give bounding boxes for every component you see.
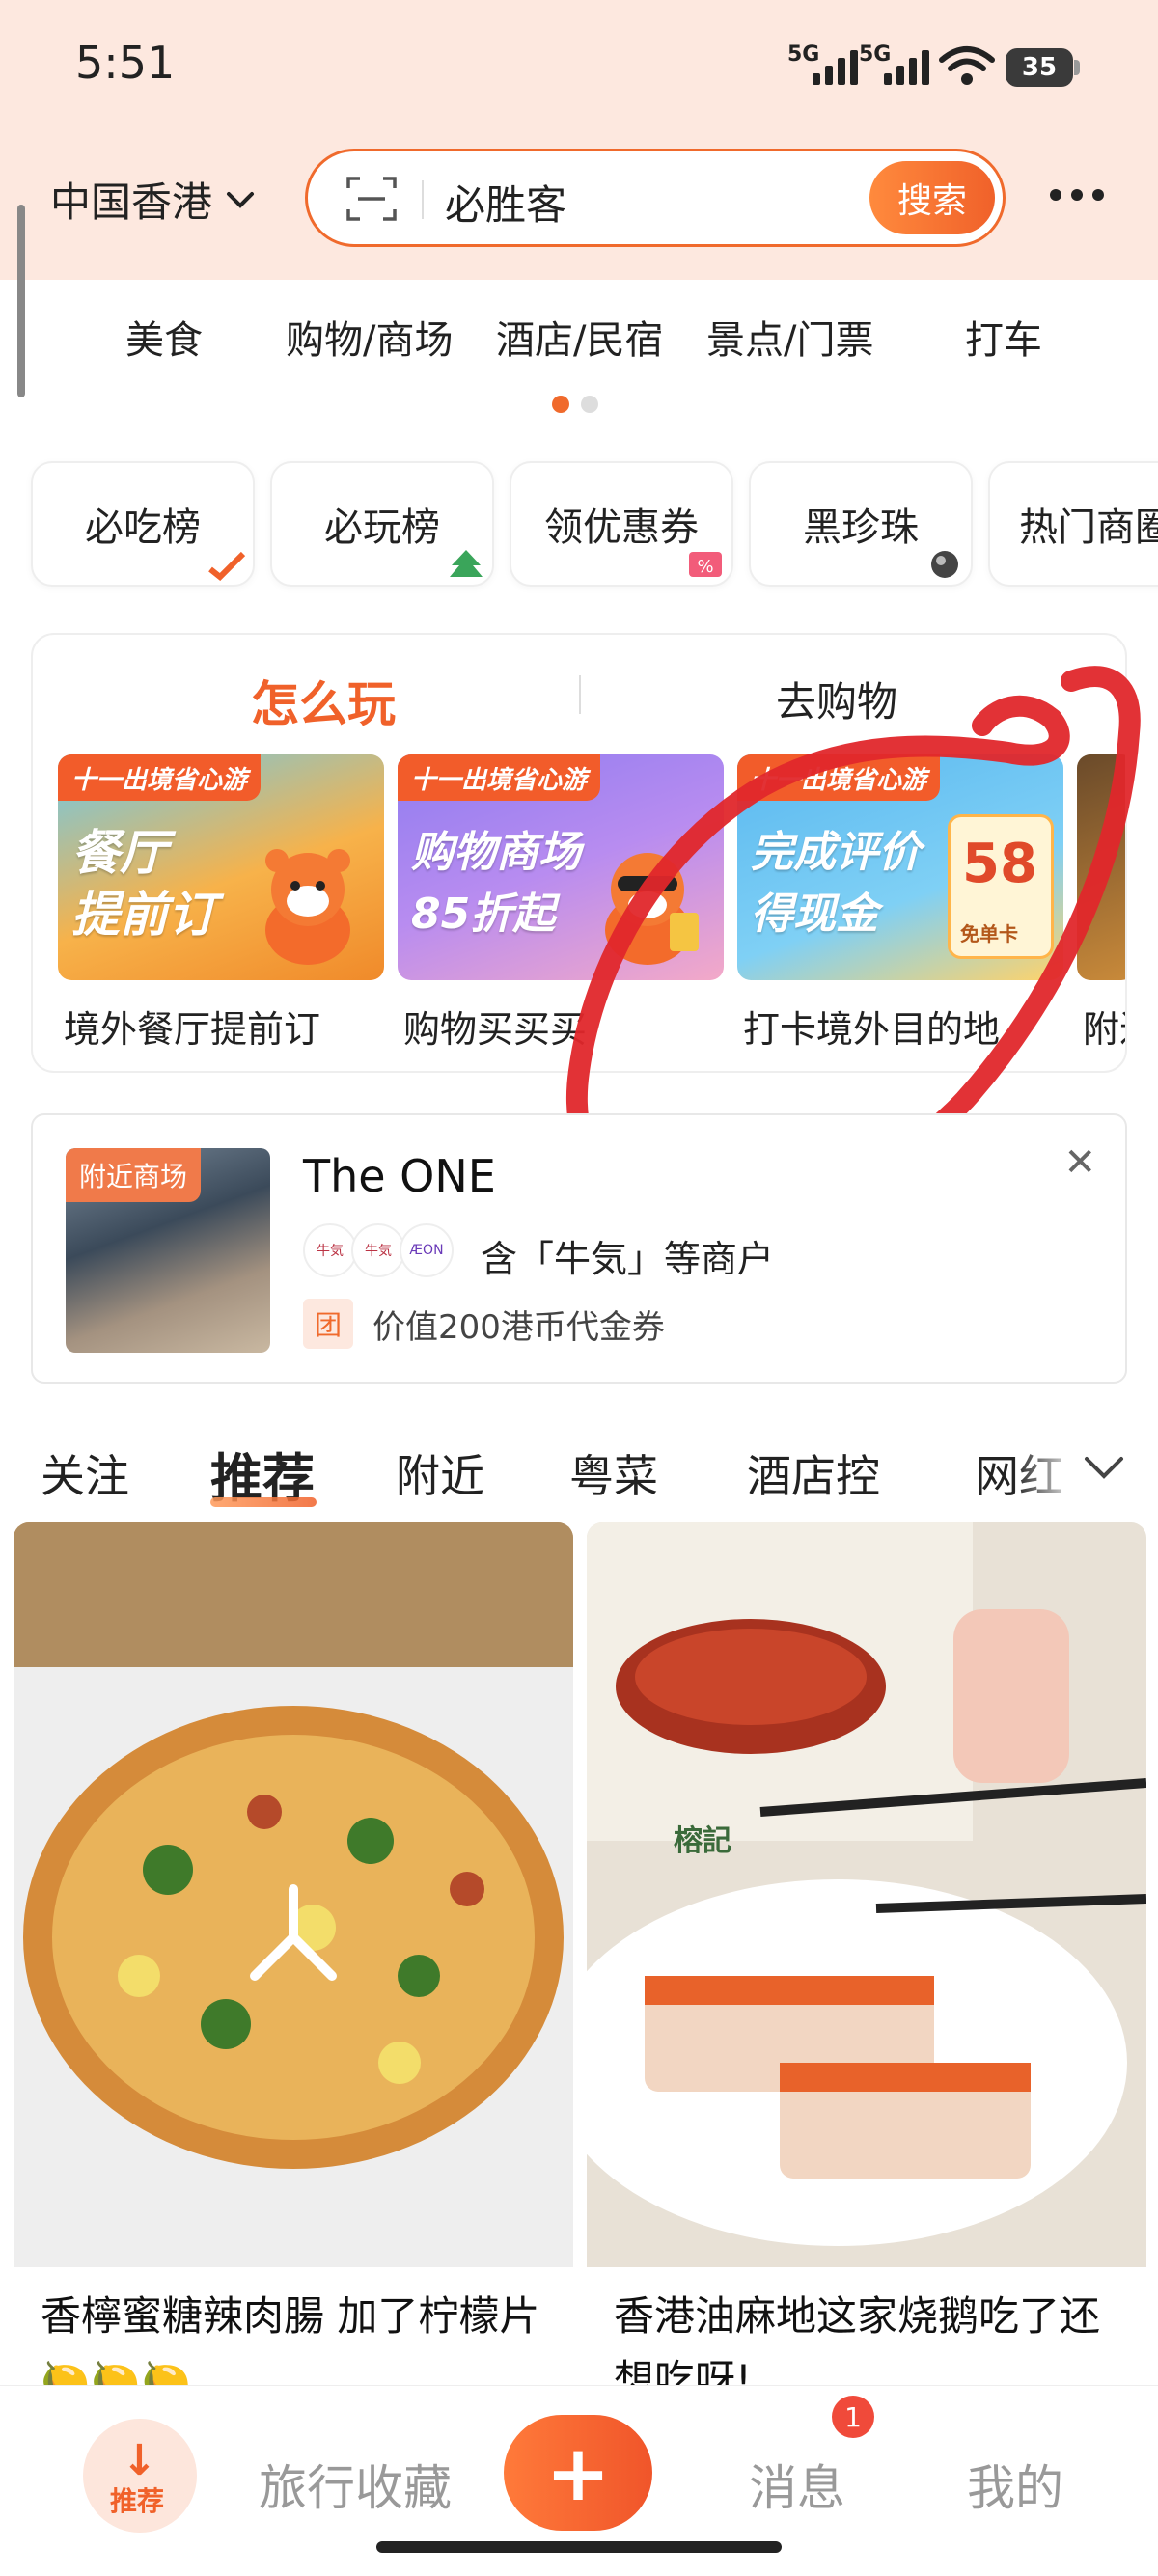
search-input[interactable]: 必胜客 (445, 173, 566, 232)
merchant-logo: ÆON (400, 1223, 454, 1277)
chip-coupons[interactable]: 领优惠券 % (510, 461, 733, 587)
chevron-down-icon[interactable] (1083, 1453, 1125, 1482)
wifi-icon (939, 46, 995, 85)
merchant-logos: 牛気 牛気 ÆON (303, 1223, 454, 1277)
nav-me[interactable]: 我的 (967, 2450, 1063, 2519)
tab-fade (1013, 1428, 1081, 1505)
scan-icon[interactable] (346, 175, 397, 223)
battery-icon: 35 (1006, 48, 1073, 87)
promo-title: 购物商场 85折起 (411, 828, 581, 939)
feed-tab-cantonese[interactable]: 粤菜 (569, 1441, 658, 1505)
promo-caption[interactable]: 境外餐厅提前订 (64, 1000, 320, 1053)
promo-tag: 十一出境省心游 (737, 754, 941, 801)
search-button[interactable]: 搜索 (869, 161, 995, 234)
nearby-mall-card[interactable]: 附近商场 The ONE 牛気 牛気 ÆON 含「牛気」等商户 团 价值200港… (31, 1113, 1127, 1384)
feed-tab-follow[interactable]: 关注 (41, 1441, 129, 1505)
close-icon[interactable]: ✕ (1063, 1140, 1096, 1185)
location-selector[interactable]: 中国香港 (50, 170, 255, 229)
promo-restaurant[interactable]: 十一出境省心游 餐厅 提前订 (58, 754, 384, 980)
category-taxi[interactable]: 打车 (965, 309, 1042, 365)
chip-black-pearl[interactable]: 黑珍珠 (749, 461, 973, 587)
mall-coupon: 价值200港币代金券 (372, 1308, 665, 1347)
nav-messages[interactable]: 消息 (749, 2450, 845, 2519)
bear-mascot-icon (265, 849, 350, 965)
chip-label: 黑珍珠 (803, 506, 919, 550)
chip-label: 必玩榜 (324, 506, 440, 550)
svg-text:%: % (697, 557, 713, 577)
chip-must-eat[interactable]: 必吃榜 (31, 461, 255, 587)
mall-merchants: 含「牛気」等商户 (481, 1238, 775, 1280)
bear-mascot-icon (605, 853, 699, 965)
cellular-signal-icon (813, 46, 858, 85)
mall-tag: 附近商场 (66, 1148, 202, 1202)
search-bar[interactable]: 必胜客 搜索 (305, 149, 1006, 247)
feed-title: 香檸蜜糖辣肉腸 加了柠檬片🍋🍋🍋 (41, 2292, 540, 2391)
tab-how-to-play[interactable]: 怎么玩 (251, 666, 396, 735)
category-nav: 美食 购物/商场 酒店/民宿 景点/门票 打车 (0, 309, 1158, 367)
feed-card[interactable]: 榕記 香港油麻地这家烧鹅吃了还想吃呀! (587, 1522, 1146, 2391)
promo-shopping-mall[interactable]: 十一出境省心游 购物商场 85折起 (398, 754, 724, 980)
feed-title: 香港油麻地这家烧鹅吃了还想吃呀! (614, 2292, 1101, 2391)
coupon-icon: % (689, 552, 722, 577)
chip-label: 热门商圈 (1019, 506, 1158, 550)
status-bar: 5:51 5G 5G 35 (0, 0, 1158, 135)
chip-label: 领优惠券 (544, 506, 699, 550)
promo-title: 餐厅 提前订 (71, 825, 216, 943)
chip-must-play[interactable]: 必玩榜 (270, 461, 494, 587)
category-attractions[interactable]: 景点/门票 (706, 309, 873, 365)
battery-tip (1074, 60, 1080, 75)
nav-recommend-label: 推荐 (110, 2485, 165, 2517)
arrow-down-icon: ↓ (122, 2436, 157, 2485)
more-options-icon[interactable] (1050, 189, 1104, 201)
mall-name: The ONE (303, 1150, 496, 1202)
chevron-down-icon (227, 191, 255, 208)
roast-goose-photo: 榕記 (587, 1522, 1146, 2267)
tab-go-shopping[interactable]: 去购物 (776, 670, 897, 728)
page-dot-active (552, 396, 569, 413)
feed-tab-hotel[interactable]: 酒店控 (747, 1441, 880, 1505)
promo-review-cash[interactable]: 十一出境省心游 完成评价 得现金 58 免单卡 (737, 754, 1063, 980)
promo-caption[interactable]: 购物买买买 (403, 1000, 587, 1053)
nav-favorites[interactable]: 旅行收藏 (259, 2450, 452, 2519)
active-tab-underline (210, 1497, 317, 1507)
promo-caption[interactable]: 附近 (1083, 1000, 1125, 1053)
checkmark-icon (208, 551, 246, 581)
promo-title: 完成评价 得现金 (751, 828, 921, 939)
category-shopping[interactable]: 购物/商场 (286, 309, 453, 365)
promo-tag: 十一出境省心游 (58, 754, 262, 801)
merchant-logo: 牛気 (351, 1223, 405, 1277)
page-dot (581, 396, 598, 413)
cellular-signal-icon-2 (884, 46, 929, 85)
status-time: 5:51 (75, 37, 176, 89)
add-post-button[interactable]: + (504, 2415, 652, 2531)
messages-badge: 1 (832, 2396, 874, 2438)
voucher-value: 58 (962, 833, 1037, 895)
merchant-logo: 牛気 (303, 1223, 357, 1277)
nav-recommend[interactable]: ↓ 推荐 (83, 2419, 197, 2533)
page-indicator (552, 396, 598, 413)
category-hotel[interactable]: 酒店/民宿 (496, 309, 663, 365)
home-indicator (376, 2541, 782, 2553)
chip-hot-districts[interactable]: 热门商圈 (988, 461, 1158, 587)
feed-card[interactable]: 香檸蜜糖辣肉腸 加了柠檬片🍋🍋🍋 (14, 1522, 573, 2391)
tab-divider (579, 675, 581, 714)
promo-caption[interactable]: 打卡境外目的地 (743, 1000, 1000, 1053)
promo-nearby[interactable] (1077, 754, 1125, 980)
image-label: 榕記 (674, 1824, 731, 1858)
promo-tag: 十一出境省心游 (398, 754, 601, 801)
tree-icon (450, 550, 482, 577)
pizza-photo (14, 1522, 573, 2267)
voucher-card: 58 免单卡 (948, 814, 1054, 959)
mall-image: 附近商场 (66, 1148, 270, 1353)
group-buy-icon: 团 (303, 1299, 353, 1349)
category-food[interactable]: 美食 (125, 309, 203, 365)
pearl-icon (931, 551, 958, 578)
scroll-indicator (17, 205, 25, 397)
feed-tab-nearby[interactable]: 附近 (396, 1441, 484, 1505)
voucher-label: 免单卡 (960, 922, 1018, 945)
play-shop-card: 怎么玩 去购物 十一出境省心游 餐厅 提前订 境外餐厅提前订 十一出境省心游 购… (31, 633, 1127, 1073)
location-label: 中国香港 (50, 178, 213, 226)
search-divider (422, 180, 424, 219)
chip-label: 必吃榜 (85, 506, 201, 550)
